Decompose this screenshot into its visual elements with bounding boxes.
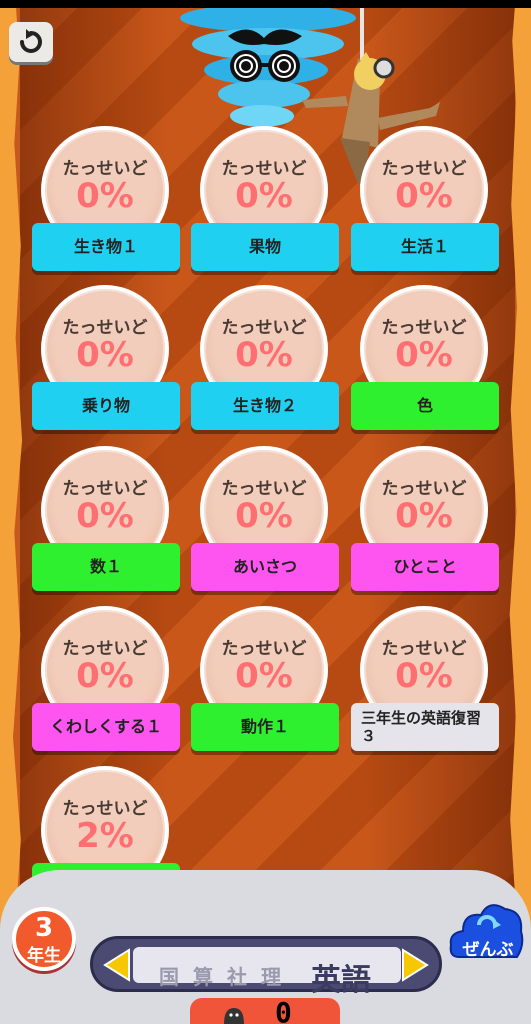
unit-title-button[interactable]: くわしくする１ bbox=[32, 703, 180, 751]
unit-title-button[interactable]: あいさつ bbox=[191, 543, 339, 591]
unit-title-button[interactable]: 果物 bbox=[191, 223, 339, 271]
subject-selector: 国 算 社 理 英語 bbox=[90, 936, 442, 998]
grade-number: 3 bbox=[34, 913, 54, 943]
progress-percent: 0% bbox=[235, 496, 293, 536]
unit-card[interactable]: たっせいど 0% 三年生の英語復習３ bbox=[351, 606, 501, 756]
back-button[interactable] bbox=[9, 22, 53, 62]
unit-title-button[interactable]: 生き物１ bbox=[32, 223, 180, 271]
undo-arrow-icon bbox=[20, 29, 42, 53]
unit-title-button[interactable]: 数１ bbox=[32, 543, 180, 591]
progress-percent: 0% bbox=[395, 496, 453, 536]
score-panel: 0 bbox=[190, 996, 340, 1024]
next-subject-arrow-icon[interactable] bbox=[401, 948, 431, 982]
unit-card[interactable]: たっせいど 0% 生活１ bbox=[351, 126, 501, 276]
unit-card[interactable]: たっせいど 0% 数１ bbox=[32, 446, 182, 596]
unit-title-button[interactable]: 色 bbox=[351, 382, 499, 430]
unit-title-button[interactable]: 生活１ bbox=[351, 223, 499, 271]
unit-card[interactable]: たっせいど 0% くわしくする１ bbox=[32, 606, 182, 756]
zenbu-button[interactable]: ぜんぶ bbox=[449, 895, 525, 967]
unit-card[interactable]: たっせいど 0% 生き物１ bbox=[32, 126, 182, 276]
subject-math[interactable]: 算 bbox=[193, 961, 213, 990]
grade-select-button[interactable]: 3 年生 bbox=[12, 907, 76, 971]
unit-card[interactable]: たっせいど 0% あいさつ bbox=[191, 446, 341, 596]
subject-social[interactable]: 社 bbox=[227, 961, 247, 990]
bottom-navigation: 3 年生 ぜんぶ 国 算 社 理 英語 0 bbox=[0, 870, 531, 1024]
status-bar bbox=[0, 0, 531, 8]
progress-percent: 0% bbox=[235, 656, 293, 696]
subject-japanese[interactable]: 国 bbox=[159, 961, 179, 990]
unit-card[interactable]: たっせいど 0% ひとこと bbox=[351, 446, 501, 596]
progress-percent: 0% bbox=[395, 335, 453, 375]
unit-title-button[interactable]: 生き物２ bbox=[191, 382, 339, 430]
mole-icon bbox=[224, 1008, 244, 1024]
unit-title-button[interactable]: 乗り物 bbox=[32, 382, 180, 430]
grade-label: 年生 bbox=[27, 946, 61, 966]
unit-card[interactable]: たっせいど 0% 果物 bbox=[191, 126, 341, 276]
unit-card[interactable]: たっせいど 0% 生き物２ bbox=[191, 285, 341, 435]
progress-percent: 0% bbox=[76, 176, 134, 216]
progress-percent: 2% bbox=[76, 816, 134, 856]
progress-percent: 0% bbox=[76, 496, 134, 536]
progress-percent: 0% bbox=[395, 176, 453, 216]
unit-title-button[interactable]: ひとこと bbox=[351, 543, 499, 591]
score-value: 0 bbox=[275, 996, 292, 1024]
unit-card[interactable]: たっせいど 0% 乗り物 bbox=[32, 285, 182, 435]
progress-percent: 0% bbox=[235, 176, 293, 216]
unit-title-button[interactable]: 三年生の英語復習３ bbox=[351, 703, 499, 751]
progress-percent: 0% bbox=[76, 656, 134, 696]
subject-science[interactable]: 理 bbox=[261, 961, 281, 990]
unit-title-button[interactable]: 動作１ bbox=[191, 703, 339, 751]
unit-card[interactable]: たっせいど 0% 動作１ bbox=[191, 606, 341, 756]
progress-percent: 0% bbox=[76, 335, 134, 375]
zenbu-label: ぜんぶ bbox=[462, 940, 514, 960]
subject-list: 国 算 社 理 英語 bbox=[133, 947, 401, 998]
progress-percent: 0% bbox=[235, 335, 293, 375]
progress-percent: 0% bbox=[395, 656, 453, 696]
previous-subject-arrow-icon[interactable] bbox=[101, 948, 131, 982]
subject-english[interactable]: 英語 bbox=[311, 955, 371, 999]
game-screen: たっせいど 0% 生き物１ たっせいど 0% 果物 たっせいど 0% 生活１ たっせいど 0% 乗り物… bbox=[0, 0, 531, 1024]
unit-card[interactable]: たっせいど 0% 色 bbox=[351, 285, 501, 435]
